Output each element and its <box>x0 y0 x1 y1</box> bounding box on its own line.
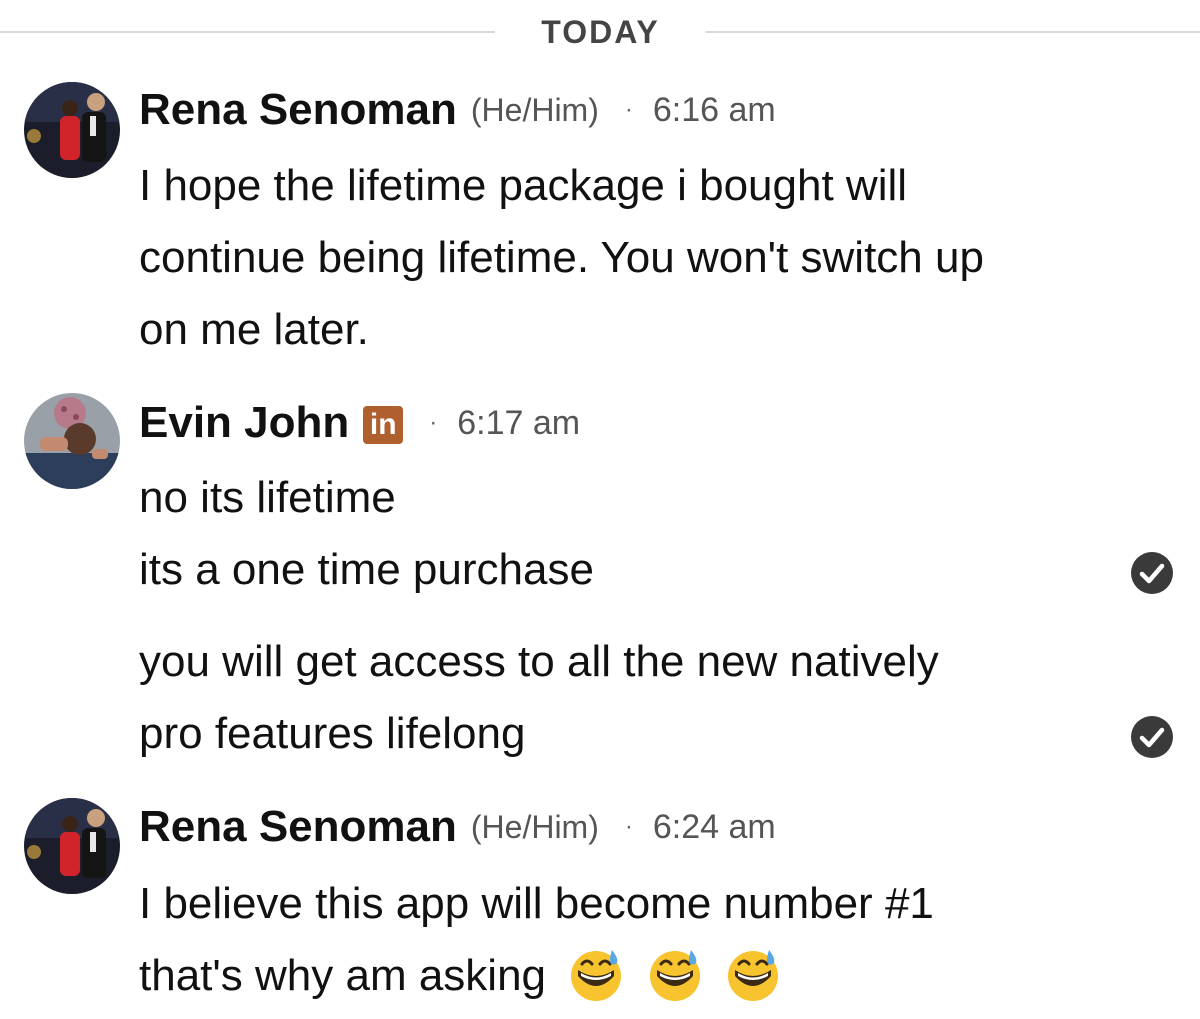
divider-line-left <box>0 31 495 33</box>
sender-pronouns: (He/Him) <box>470 91 599 128</box>
linkedin-icon: in <box>363 406 404 444</box>
date-divider: TODAY <box>0 0 1200 64</box>
separator-dot: · <box>429 409 438 436</box>
sender-name[interactable]: Rena Senoman <box>139 802 457 852</box>
message-line-with-emoji: that's why am asking <box>139 940 781 1012</box>
grinning-face-with-sweat-emoji <box>649 950 700 1001</box>
avatar-image <box>24 798 120 894</box>
linkedin-badge-text: in <box>369 408 397 441</box>
sender-pronouns: (He/Him) <box>470 808 599 845</box>
date-divider-label: TODAY <box>541 14 660 50</box>
message-line: I believe this app will become number #1 <box>139 879 934 928</box>
separator-dot: · <box>624 813 633 840</box>
sender-name[interactable]: Rena Senoman <box>139 85 457 135</box>
message-timestamp: 6:16 am <box>652 90 776 129</box>
message-header: Rena Senoman (He/Him) · 6:24 am <box>139 797 776 857</box>
grinning-face-with-sweat-emoji <box>727 950 778 1001</box>
avatar-rena-senoman[interactable] <box>24 798 120 894</box>
checkmark-circle-icon <box>1131 552 1173 594</box>
avatar-evin-john[interactable] <box>24 393 120 489</box>
message-timestamp: 6:17 am <box>457 403 581 442</box>
message-line: on me later. <box>139 305 369 354</box>
message-line: you will get access to all the new nativ… <box>139 637 939 686</box>
separator-dot: · <box>624 96 633 123</box>
avatar-image <box>24 393 120 489</box>
message-text: that's why am asking <box>139 951 547 1000</box>
message-line: its a one time purchase <box>139 545 594 594</box>
message-header: Rena Senoman (He/Him) · 6:16 am <box>139 80 776 140</box>
message-timestamp: 6:24 am <box>652 807 776 846</box>
message-line: no its lifetime <box>139 473 396 522</box>
sender-name[interactable]: Evin John <box>139 398 349 448</box>
avatar-image <box>24 82 120 178</box>
message-line: continue being lifetime. You won't switc… <box>139 233 984 282</box>
message-line: pro features lifelong <box>139 709 526 758</box>
message-line: I hope the lifetime package i bought wil… <box>139 161 908 210</box>
message-header: Evin John in · 6:17 am <box>139 393 580 453</box>
checkmark-circle-icon <box>1131 716 1173 758</box>
grinning-face-with-sweat-emoji <box>571 950 622 1001</box>
avatar-rena-senoman[interactable] <box>24 82 120 178</box>
divider-line-right <box>706 31 1200 33</box>
